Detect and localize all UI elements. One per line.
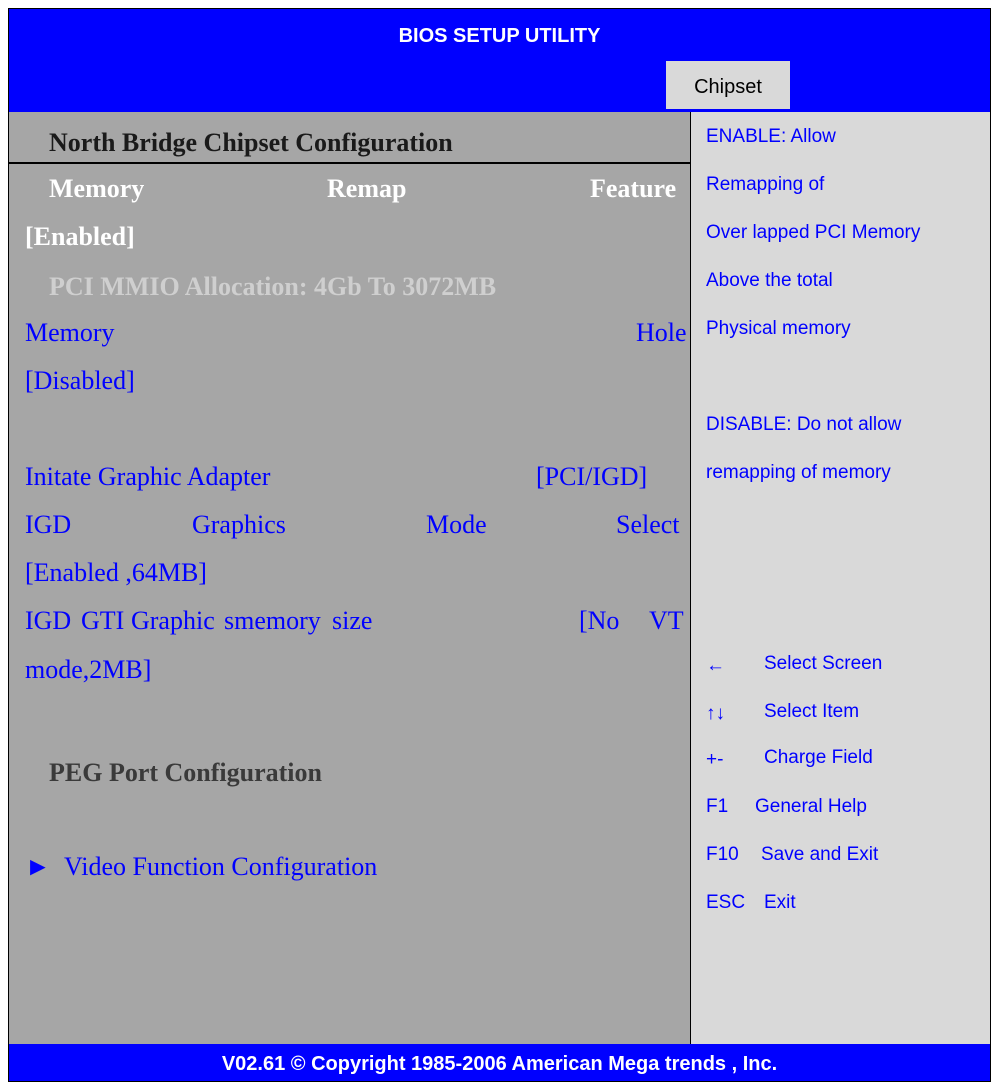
help-line: remapping of memory: [706, 462, 891, 483]
item-value-word: VT: [649, 606, 684, 635]
item-label-word: Memory: [49, 174, 145, 203]
copyright-text: V02.61 © Copyright 1985-2006 American Me…: [221, 1053, 778, 1075]
key-description: Save and Exit: [761, 844, 879, 865]
submenu-arrow-icon: ►: [25, 852, 51, 881]
submenu-label: Video Function Configuration: [64, 852, 378, 881]
section-title: North Bridge Chipset Configuration: [49, 128, 453, 157]
peg-port-configuration-heading: PEG Port Configuration: [49, 758, 322, 787]
item-label-word: smemory: [224, 606, 321, 635]
key-description: Charge Field: [764, 747, 873, 768]
item-label-word: Graphics: [192, 510, 286, 539]
item-label-word: Hole: [636, 318, 687, 347]
item-label-word: Memory: [25, 318, 115, 347]
item-label-word: Remap: [327, 174, 407, 203]
key-description: General Help: [755, 796, 867, 817]
help-line: ENABLE: Allow: [706, 126, 836, 147]
item-value: mode,2MB]: [25, 655, 152, 684]
help-line: Over lapped PCI Memory: [706, 222, 921, 243]
tab-bar: Chipset: [9, 59, 990, 112]
left-arrow-key: ←: [706, 655, 725, 676]
item-value-word: [No: [579, 606, 620, 635]
key-description: Select Screen: [764, 653, 883, 674]
help-line: Above the total: [706, 270, 833, 291]
f1-key: F1: [706, 796, 729, 817]
bios-window: BIOS SETUP UTILITY Chipset North Bridge …: [8, 8, 991, 1082]
item-label-word: Mode: [426, 510, 487, 539]
item-label: Initate Graphic Adapter: [25, 462, 271, 491]
key-description: Select Item: [764, 701, 860, 722]
item-value: [Disabled]: [25, 366, 135, 395]
item-label-word: size: [332, 606, 373, 635]
help-line: Remapping of: [706, 174, 825, 195]
pci-mmio-allocation-label: PCI MMIO Allocation: 4Gb To 3072MB: [49, 272, 497, 301]
item-label-word: GTI: [81, 606, 125, 635]
item-value: [Enabled ,64MB]: [25, 558, 207, 587]
tab-chipset[interactable]: Chipset: [666, 61, 790, 109]
section-divider: [9, 162, 690, 164]
f10-key: F10: [706, 844, 739, 865]
plus-minus-key: +-: [706, 749, 724, 770]
esc-key: ESC: [706, 892, 746, 913]
footer-bar: V02.61 © Copyright 1985-2006 American Me…: [9, 1044, 990, 1081]
help-line: Physical memory: [706, 318, 851, 339]
help-panel: ENABLE: Allow Remapping of Over lapped P…: [691, 112, 990, 1044]
settings-panel: North Bridge Chipset Configuration Memor…: [9, 112, 691, 1044]
item-value: [PCI/IGD]: [536, 462, 648, 491]
window-title: BIOS SETUP UTILITY: [398, 25, 601, 47]
help-line: DISABLE: Do not allow: [706, 414, 902, 435]
item-value: [Enabled]: [25, 222, 135, 251]
key-description: Exit: [764, 892, 796, 913]
up-down-arrow-key: ↑↓: [706, 703, 725, 724]
title-bar: BIOS SETUP UTILITY: [9, 9, 990, 59]
item-label-word: Graphic: [131, 606, 215, 635]
item-label-word: Feature: [590, 174, 677, 203]
item-label-word: IGD: [25, 606, 72, 635]
item-label-word: IGD: [25, 510, 72, 539]
item-label-word: Select: [616, 510, 680, 539]
